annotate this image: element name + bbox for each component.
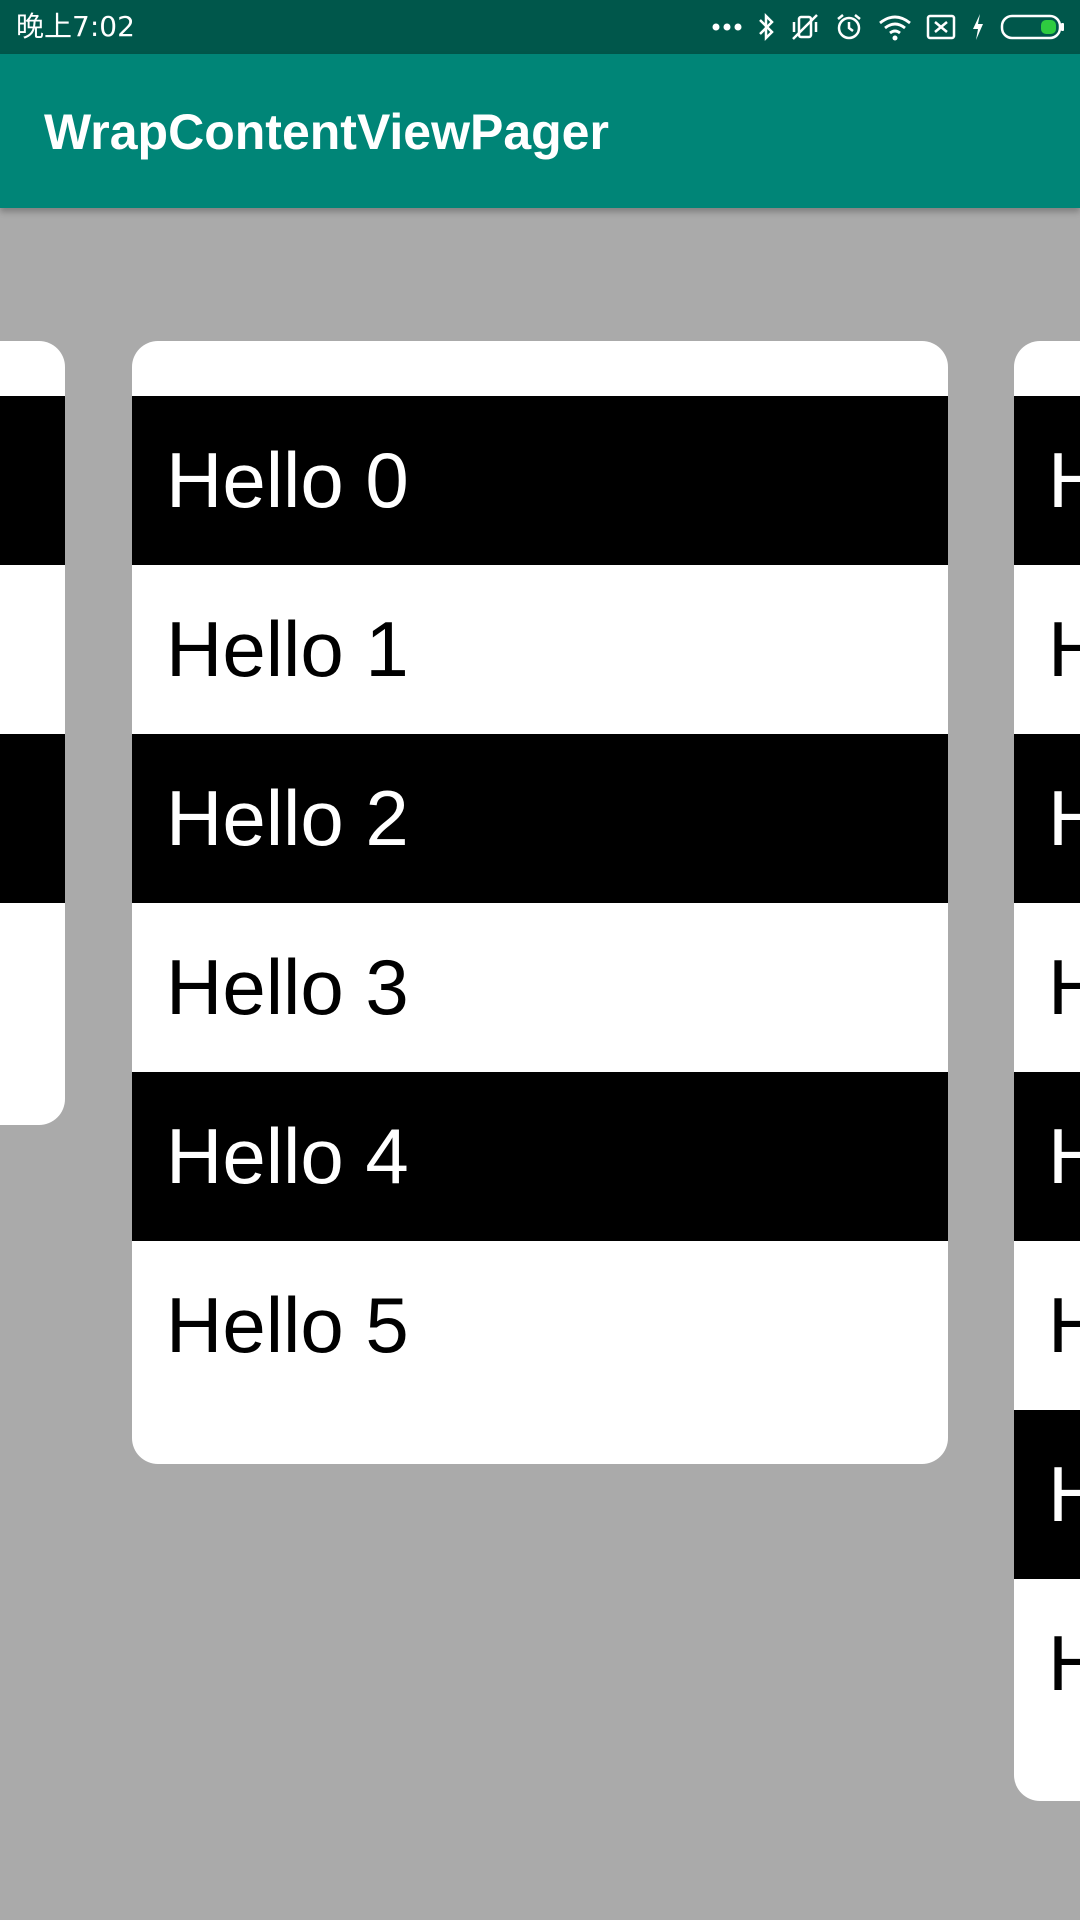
app-title: WrapContentViewPager [44, 104, 609, 160]
list-item[interactable]: Hello 3 [0, 903, 65, 1072]
status-time: 晚上7:02 [16, 10, 135, 43]
list-item[interactable]: Hello 3 [132, 903, 948, 1072]
list-item[interactable]: Hello 2 [0, 734, 65, 903]
sim-off-icon [926, 13, 956, 41]
page-card-current[interactable]: Hello 0 Hello 1 Hello 2 Hello 3 Hello 4 Hello… [132, 341, 948, 1464]
list-item[interactable]: Hello 4 [132, 1072, 948, 1241]
bluetooth-icon [756, 12, 776, 42]
battery-icon [1000, 13, 1066, 41]
status-icons [712, 8, 1066, 46]
list-item[interactable]: Hello 0 [0, 396, 65, 565]
more-dots-icon [712, 22, 742, 32]
alarm-icon [834, 12, 864, 42]
wifi-icon [878, 13, 912, 41]
list-item[interactable]: Hello 5 [132, 1241, 948, 1410]
list-item[interactable]: Hello 0 [1014, 396, 1080, 565]
list-current: Hello 0 Hello 1 Hello 2 Hello 3 Hello 4 Hello… [132, 396, 948, 1410]
view-pager[interactable]: Hello 0Hello 1Hello 2Hello 3 Hello 0Hell… [0, 208, 1080, 1920]
app-bar: WrapContentViewPager [0, 54, 1080, 208]
list-previous: Hello 0Hello 1Hello 2Hello 3 [0, 396, 65, 1072]
list-item[interactable]: Hello 7 [1014, 1579, 1080, 1748]
list-item[interactable]: Hello 5 [1014, 1241, 1080, 1410]
list-item[interactable]: Hello 1 [0, 565, 65, 734]
list-item[interactable]: Hello 6 [1014, 1410, 1080, 1579]
list-item[interactable]: Hello 0 [132, 396, 948, 565]
status-bar: 晚上7:02 [0, 0, 1080, 54]
list-item[interactable]: Hello 3 [1014, 903, 1080, 1072]
list-next: Hello 0Hello 1Hello 2Hello 3Hello 4Hello… [1014, 396, 1080, 1748]
page-card-previous[interactable]: Hello 0Hello 1Hello 2Hello 3 [0, 341, 65, 1125]
page-card-next[interactable]: Hello 0Hello 1Hello 2Hello 3Hello 4Hello… [1014, 341, 1080, 1801]
list-item[interactable]: Hello 1 [1014, 565, 1080, 734]
list-item[interactable]: Hello 2 [1014, 734, 1080, 903]
list-item[interactable]: Hello 1 [132, 565, 948, 734]
charging-icon [970, 12, 986, 42]
list-item[interactable]: Hello 2 [132, 734, 948, 903]
list-item[interactable]: Hello 4 [1014, 1072, 1080, 1241]
vibrate-off-icon [790, 12, 820, 42]
